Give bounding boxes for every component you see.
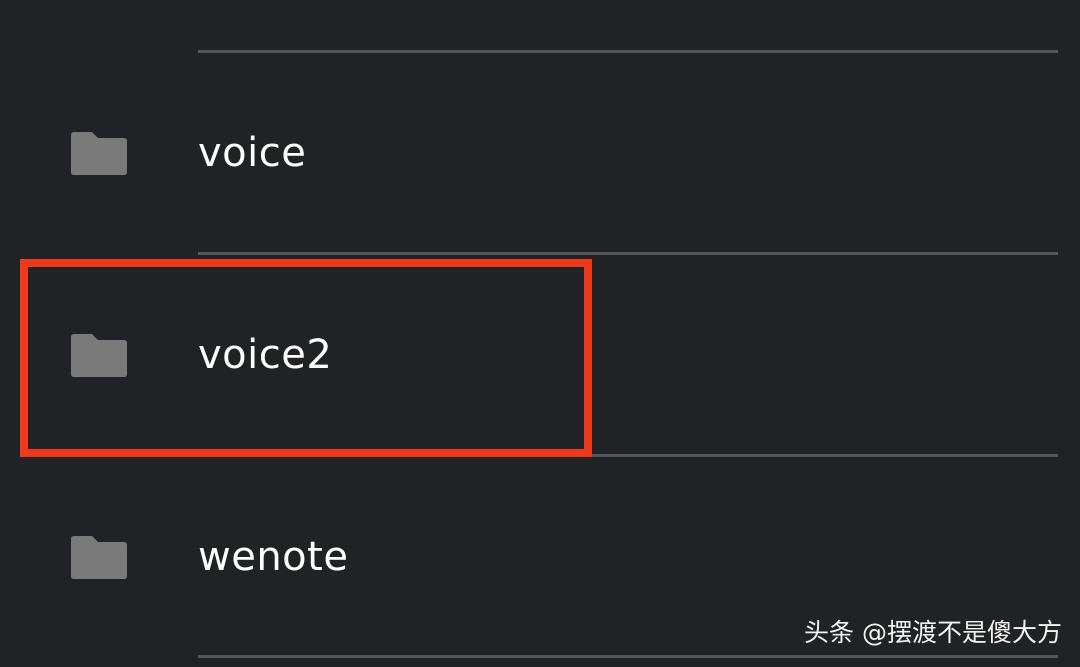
watermark: 头条 @摆渡不是傻大方 <box>804 613 1062 649</box>
folder-icon <box>71 334 127 377</box>
folder-name: voice <box>198 130 307 176</box>
folder-icon <box>71 132 127 175</box>
folder-row-voice[interactable]: voice <box>0 53 1080 253</box>
folder-name: voice2 <box>198 332 333 378</box>
list-divider <box>198 655 1058 658</box>
watermark-text: 头条 @摆渡不是傻大方 <box>804 618 1062 647</box>
folder-row-voice2[interactable]: voice2 <box>0 255 1080 455</box>
folder-icon <box>71 536 127 579</box>
file-list-screen: voice voice2 wenote 头条 @摆渡不是傻大方 <box>0 0 1080 667</box>
folder-name: wenote <box>198 534 349 580</box>
